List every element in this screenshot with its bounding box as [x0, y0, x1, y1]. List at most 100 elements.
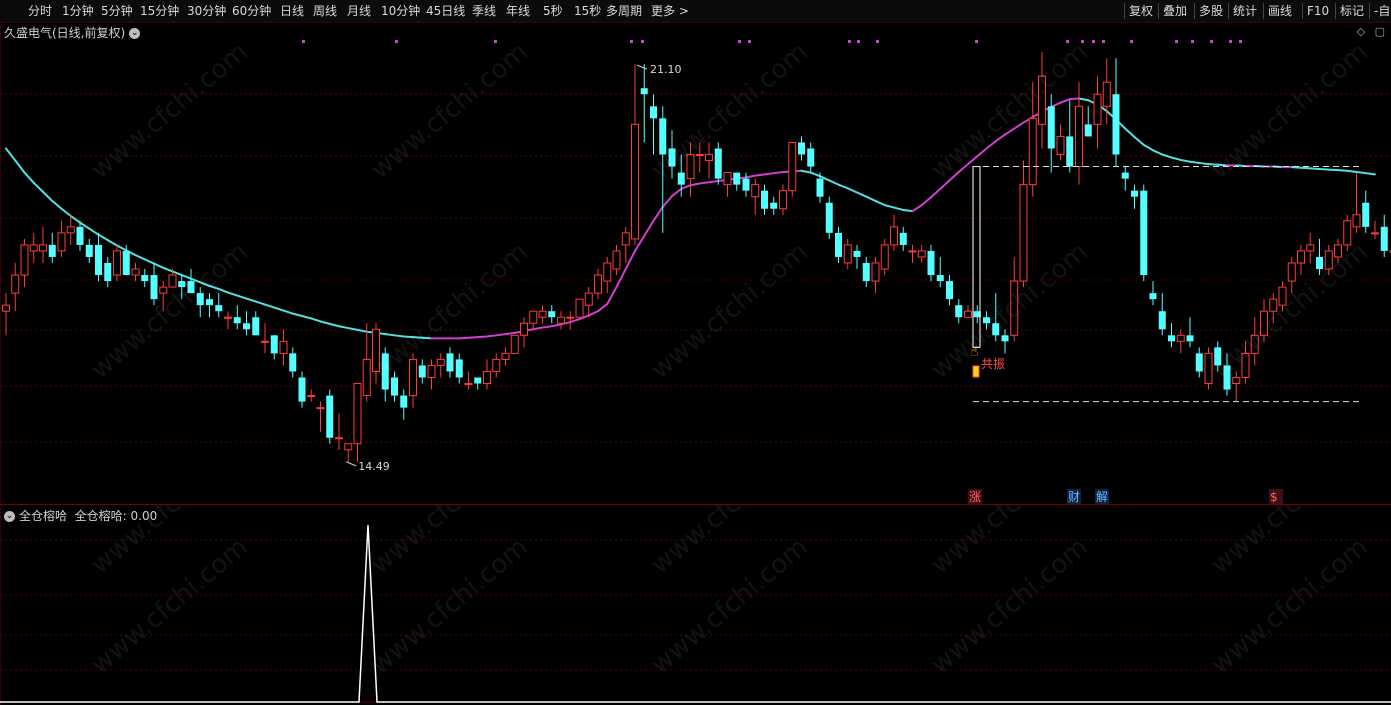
candle-body-up — [39, 244, 47, 252]
ma-line-segment — [51, 199, 63, 210]
candle-body-up — [705, 154, 713, 162]
ma-line-segment — [495, 333, 507, 337]
candle-body-up — [483, 370, 491, 385]
ma-line-segment — [606, 286, 618, 305]
candle-body-down — [243, 323, 250, 330]
ma-line-segment — [60, 207, 72, 217]
signal-dot — [857, 40, 860, 43]
ma-line-segment — [88, 227, 100, 236]
ma-line-segment — [532, 326, 544, 331]
candle-body-down — [862, 262, 870, 282]
ma-line-segment — [698, 181, 710, 185]
candle-body-down — [141, 275, 149, 282]
candle-body-down — [936, 275, 944, 282]
signal-dot — [975, 40, 978, 43]
candle-body-up — [621, 232, 630, 246]
ma-line-segment — [1068, 97, 1080, 101]
ma-line-segment — [689, 182, 701, 187]
candle-body-up — [566, 316, 575, 319]
candle-body-down — [95, 244, 102, 276]
ma-line-segment — [745, 174, 757, 179]
ma-line-segment — [14, 159, 26, 174]
signal-dot — [395, 40, 398, 43]
ma-line-segment — [1124, 127, 1136, 139]
ma-line-segment — [319, 320, 331, 325]
candle-body-up — [353, 383, 362, 445]
candle-body-down — [677, 172, 685, 185]
candle-body-down — [650, 106, 657, 119]
ma-line-segment — [828, 179, 840, 186]
ma-line-segment — [883, 204, 895, 209]
ma-line-segment — [227, 291, 239, 297]
candle-body-down — [1066, 136, 1074, 167]
event-marker-1: 财 — [1068, 490, 1080, 504]
candle-body-down — [474, 377, 482, 384]
signal-dot — [1092, 40, 1095, 43]
ma-line-segment — [837, 183, 849, 190]
candle-body-down — [418, 365, 426, 378]
signal-dot — [1175, 40, 1178, 43]
ma-line-segment — [467, 336, 479, 339]
candle-body-down — [391, 377, 398, 396]
event-marker-3: $ — [1270, 490, 1278, 504]
signal-dot — [1130, 40, 1133, 43]
candle-body-up — [964, 310, 972, 318]
candle-body-up — [1297, 250, 1305, 264]
signal-dot — [848, 40, 851, 43]
signal-dot — [630, 40, 633, 43]
ma-line-segment — [1309, 167, 1321, 170]
ma-line-segment — [245, 297, 257, 303]
ma-line-segment — [1179, 158, 1191, 163]
candle-body-down — [215, 305, 223, 312]
ma-line-segment — [384, 333, 396, 337]
low-marker-arrow — [346, 461, 357, 467]
ma-line-segment — [486, 334, 498, 338]
ma-line-segment — [42, 190, 54, 202]
candle-body-down — [1149, 293, 1157, 300]
candle-body-down — [104, 262, 112, 282]
candle-body-up — [557, 316, 565, 324]
candle-body-up — [159, 286, 168, 294]
candle-body-up — [307, 395, 316, 398]
high-marker-arrow — [636, 64, 648, 70]
candle-body-down — [48, 244, 56, 257]
ma-line-segment — [930, 187, 942, 199]
ma-line-segment — [476, 335, 488, 339]
candle-body-down — [252, 317, 260, 336]
ma-line-segment — [162, 266, 174, 273]
candle-body-up — [2, 304, 10, 312]
ma-line-segment — [902, 208, 914, 213]
candle-body-down — [1084, 124, 1092, 137]
ma-line-segment — [143, 258, 155, 265]
candle-body-down — [1186, 335, 1194, 342]
ma-line-segment — [1189, 160, 1201, 164]
ma-line-segment — [615, 268, 627, 289]
ma-line-segment — [893, 206, 905, 211]
ma-line-segment — [911, 204, 923, 213]
candle-body-down — [1195, 353, 1203, 372]
ma-line-segment — [1078, 97, 1090, 102]
ma-line-segment — [338, 325, 350, 330]
ma-line-segment — [1327, 168, 1339, 172]
candle-body-up — [29, 244, 38, 252]
ma-line-segment — [1346, 169, 1358, 173]
candle-body-up — [224, 316, 232, 319]
candle-body-up — [1019, 184, 1028, 282]
candle-body-down — [770, 202, 778, 209]
candle-body-down — [326, 395, 334, 438]
ma-line-segment — [1133, 136, 1145, 146]
ma-line-segment — [809, 171, 821, 178]
ma-line-segment — [273, 306, 285, 312]
candle-body-up — [843, 244, 852, 264]
kline-chart[interactable]: 21.1014.49☝共振涨财解 $www.cfchi.com www.cfchi.… — [0, 0, 1391, 505]
resonance-annotation: 共振 — [981, 357, 1005, 371]
signal-bar-icon — [972, 365, 980, 378]
ma-line-segment — [504, 331, 516, 336]
candle-body-up — [464, 383, 473, 386]
ma-line-segment — [310, 317, 322, 323]
event-marker-2: 解 — [1096, 490, 1108, 504]
candle-body-up — [436, 358, 445, 366]
ma-line-segment — [264, 303, 276, 309]
ma-line-segment — [754, 173, 766, 177]
indicator-chart[interactable]: www.cfchi.com www.cfchi.com www.cfchi.com w… — [0, 505, 1391, 705]
